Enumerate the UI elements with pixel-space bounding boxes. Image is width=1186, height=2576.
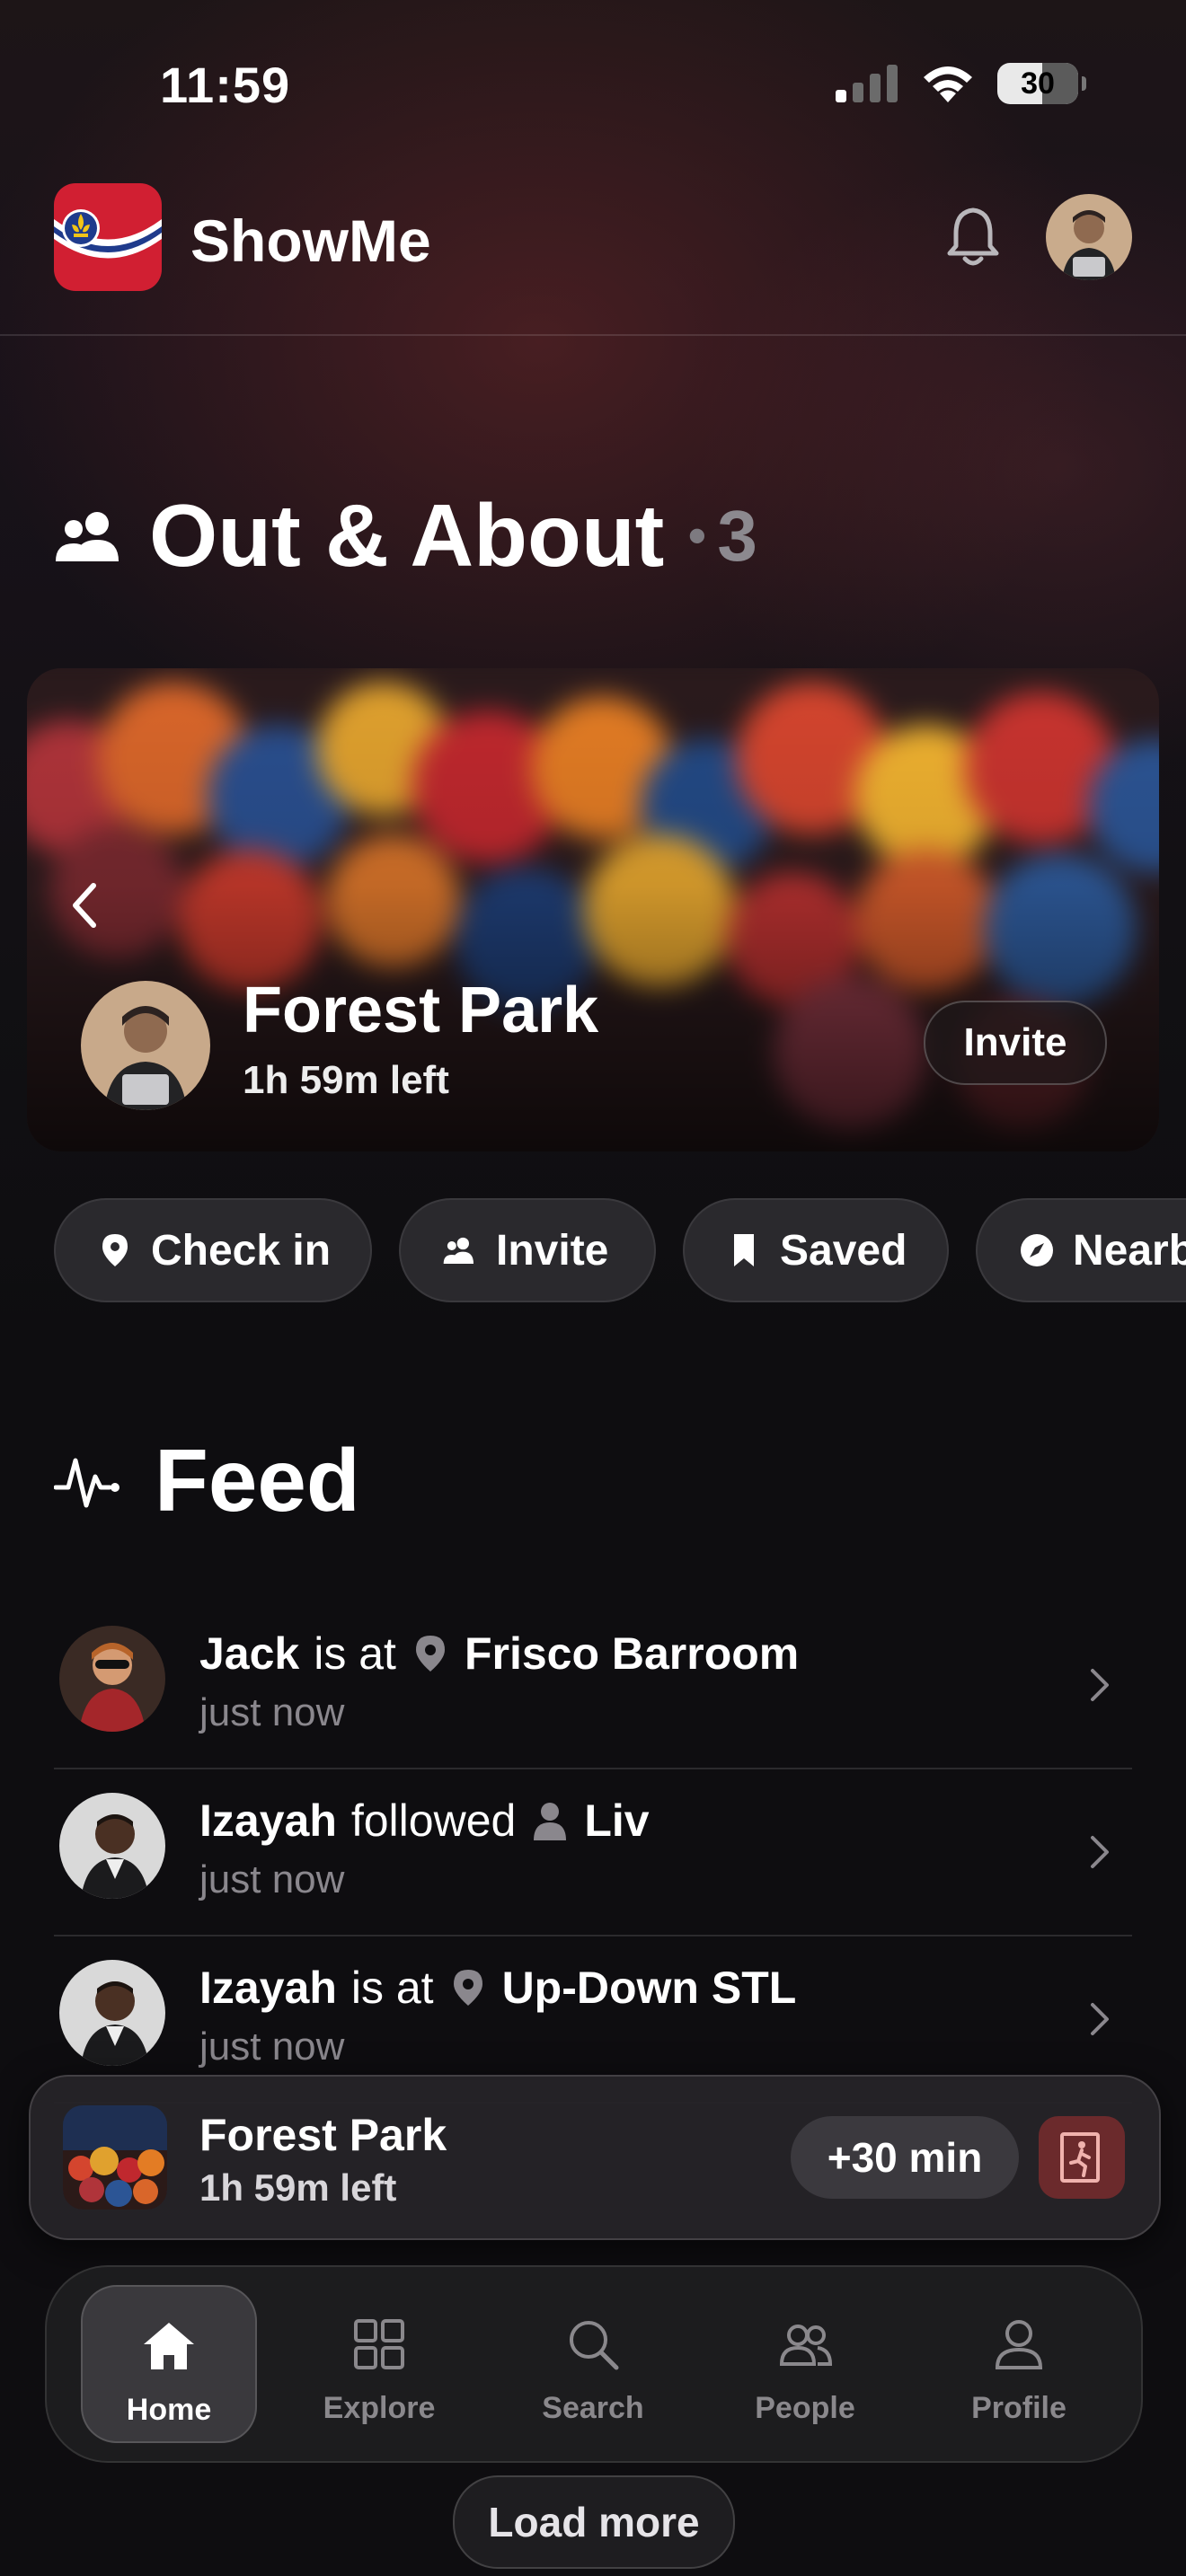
checkin-location-title: Forest Park bbox=[243, 975, 599, 1046]
feed-time: just now bbox=[199, 2025, 345, 2069]
tab-people-label: People bbox=[755, 2391, 855, 2425]
feed-target[interactable]: Frisco Barroom bbox=[465, 1628, 799, 1680]
status-icons: 30 bbox=[836, 63, 1086, 104]
status-time: 11:59 bbox=[160, 57, 291, 113]
battery-level: 30 bbox=[1021, 66, 1055, 101]
checkin-time-left: 1h 59m left bbox=[243, 1058, 449, 1102]
checkin-user-avatar bbox=[81, 981, 210, 1110]
feed-user-avatar bbox=[59, 1960, 165, 2066]
app-name: ShowMe bbox=[190, 207, 431, 274]
feed-item[interactable]: Jack is at Frisco Barroom just now bbox=[54, 1601, 1132, 1769]
feed-item-text: Jack is at Frisco Barroom bbox=[199, 1628, 799, 1680]
chevron-right-icon bbox=[1091, 2003, 1109, 2035]
invite-chip[interactable]: Invite bbox=[399, 1198, 656, 1302]
location-thumbnail bbox=[63, 2105, 167, 2210]
nearby-chip-label: Nearby bbox=[1073, 1226, 1186, 1275]
out-about-heading: Out & About • 3 bbox=[54, 485, 757, 587]
tab-profile[interactable]: Profile bbox=[931, 2285, 1107, 2443]
feed-time: just now bbox=[199, 1690, 345, 1734]
exit-door-icon bbox=[1060, 2132, 1100, 2183]
app-header: ShowMe bbox=[0, 171, 1186, 336]
tab-explore[interactable]: Explore bbox=[291, 2285, 467, 2443]
activity-pulse-icon bbox=[54, 1458, 119, 1507]
chevron-left-icon[interactable] bbox=[66, 880, 102, 931]
feed-user-name[interactable]: Izayah bbox=[199, 1795, 337, 1847]
app-logo[interactable] bbox=[54, 183, 162, 291]
feed-verb: is at bbox=[314, 1628, 396, 1679]
tab-people[interactable]: People bbox=[717, 2285, 893, 2443]
user-avatar[interactable] bbox=[1046, 194, 1132, 280]
cellular-signal-icon bbox=[836, 65, 898, 102]
feed-item-text: Izayah followed Liv bbox=[199, 1795, 650, 1847]
feed-time: just now bbox=[199, 1857, 345, 1901]
tab-home[interactable]: Home bbox=[81, 2285, 257, 2443]
load-more-button[interactable]: Load more bbox=[453, 2475, 735, 2569]
check-in-chip-label: Check in bbox=[151, 1226, 332, 1275]
saved-chip[interactable]: Saved bbox=[683, 1198, 949, 1302]
notification-bell-icon[interactable] bbox=[945, 205, 1001, 268]
feed-user-name[interactable]: Izayah bbox=[199, 1962, 337, 2014]
chevron-right-icon bbox=[1091, 1669, 1109, 1701]
grid-icon bbox=[354, 2319, 404, 2369]
tab-profile-label: Profile bbox=[971, 2391, 1067, 2425]
feed-user-avatar bbox=[59, 1626, 165, 1732]
nearby-chip[interactable]: Nearby bbox=[976, 1198, 1186, 1302]
active-location-title: Forest Park bbox=[199, 2110, 447, 2160]
feed-target[interactable]: Up-Down STL bbox=[502, 1962, 797, 2014]
active-checkin-bar[interactable]: Forest Park 1h 59m left +30 min bbox=[29, 2075, 1161, 2240]
search-icon bbox=[570, 2321, 619, 2370]
home-screen: 11:59 30 ShowMe Out & About • 3 Forest P… bbox=[0, 0, 1186, 2576]
feed-user-avatar bbox=[59, 1793, 165, 1899]
compass-icon bbox=[1021, 1234, 1053, 1266]
active-checkin-card[interactable]: Forest Park 1h 59m left Invite bbox=[27, 668, 1159, 1151]
check-in-chip[interactable]: Check in bbox=[54, 1198, 372, 1302]
tab-explore-label: Explore bbox=[323, 2391, 436, 2425]
people-icon bbox=[779, 2325, 833, 2366]
card-invite-button[interactable]: Invite bbox=[924, 1001, 1107, 1085]
feed-verb: is at bbox=[350, 1963, 434, 2013]
feed-target[interactable]: Liv bbox=[584, 1795, 649, 1847]
feed-heading: Feed bbox=[54, 1430, 360, 1531]
location-pin-icon bbox=[453, 1970, 482, 2006]
bookmark-icon bbox=[734, 1234, 754, 1266]
tab-bar: Home Explore Search People Profile bbox=[45, 2265, 1143, 2463]
feed-verb: followed bbox=[350, 1795, 517, 1846]
feed-item-text: Izayah is at Up-Down STL bbox=[199, 1962, 796, 2014]
tab-search-label: Search bbox=[542, 2391, 644, 2425]
active-time-left: 1h 59m left bbox=[199, 2166, 397, 2209]
extend-time-button[interactable]: +30 min bbox=[791, 2116, 1019, 2199]
battery-icon: 30 bbox=[997, 63, 1086, 104]
leave-button[interactable] bbox=[1039, 2116, 1125, 2199]
wifi-icon bbox=[924, 66, 972, 102]
tab-home-label: Home bbox=[126, 2393, 212, 2427]
title-separator: • bbox=[687, 506, 707, 566]
feed-user-name[interactable]: Jack bbox=[199, 1628, 299, 1680]
feed-title: Feed bbox=[155, 1431, 360, 1530]
person-icon bbox=[534, 1803, 567, 1840]
people-icon bbox=[56, 511, 119, 561]
feed-item[interactable]: Izayah followed Liv just now bbox=[54, 1768, 1132, 1936]
out-about-title: Out & About bbox=[149, 486, 665, 585]
person-icon bbox=[995, 2320, 1043, 2369]
location-pin-icon bbox=[415, 1636, 445, 1672]
out-about-count: 3 bbox=[717, 495, 757, 576]
invite-chip-label: Invite bbox=[496, 1226, 609, 1275]
location-pin-icon bbox=[102, 1234, 128, 1266]
tab-search[interactable]: Search bbox=[505, 2285, 681, 2443]
people-icon bbox=[443, 1237, 474, 1264]
saved-chip-label: Saved bbox=[780, 1226, 907, 1275]
home-icon bbox=[144, 2323, 194, 2369]
chevron-right-icon bbox=[1091, 1836, 1109, 1868]
